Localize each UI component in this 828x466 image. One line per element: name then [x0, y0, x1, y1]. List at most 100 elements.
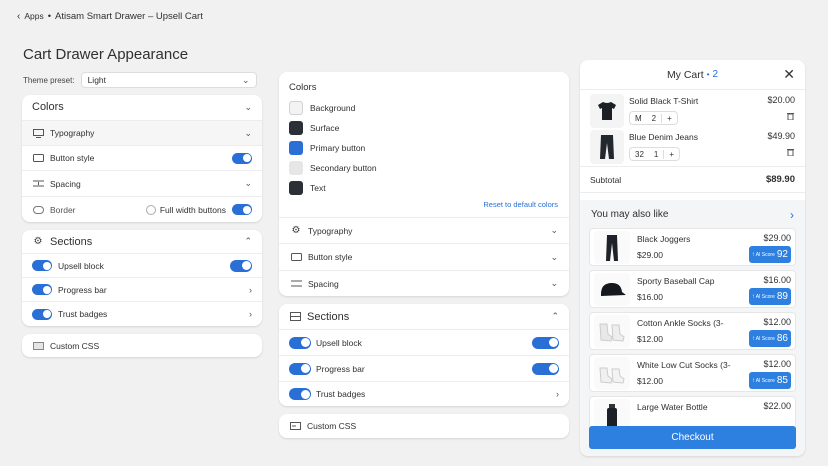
ai-score-badge[interactable]: ↑ AI Score 89	[748, 288, 791, 305]
color-item[interactable]: Secondary button	[289, 161, 377, 175]
upsell-enabled-toggle[interactable]	[230, 259, 252, 272]
full-width-label: Full width buttons	[159, 204, 226, 215]
color-swatch[interactable]	[289, 141, 303, 155]
ai-score-label: AI Score	[755, 335, 775, 342]
button-style-row: Button style	[22, 145, 262, 170]
plus-button[interactable]: +	[663, 149, 679, 159]
middle-colors-card: Colors Background Surface Primary button Se…	[279, 72, 569, 296]
full-width-radio[interactable]	[145, 204, 156, 215]
upsell-item-name: White Low Cut Socks (3-	[637, 360, 731, 370]
sections-header[interactable]: ⚙ Sections ⌃	[22, 230, 262, 253]
checkout-button[interactable]: Checkout	[589, 426, 796, 449]
typography-row[interactable]: Typography ⌄	[22, 120, 262, 145]
trust-toggle[interactable]	[32, 308, 52, 320]
progress-label: Progress bar	[58, 284, 107, 295]
mid-trust-row[interactable]: Trust badges ›	[279, 381, 569, 406]
color-label: Surface	[310, 123, 340, 133]
upsell-item[interactable]: White Low Cut Socks (3- $12.00 $12.00 ↑ AI S…	[589, 354, 796, 392]
mid-typography-row[interactable]: ⚙ Typography ⌄	[279, 217, 569, 243]
mid-trust-toggle[interactable]	[289, 388, 311, 400]
gear-icon: ⚙	[33, 236, 43, 247]
mid-upsell-label: Upsell block	[316, 337, 362, 348]
upsell-item-name: Cotton Ankle Socks (3-	[637, 318, 724, 328]
color-item[interactable]: Primary button	[289, 141, 365, 155]
colors-section-header[interactable]: Colors ⌄	[22, 95, 262, 119]
color-swatch[interactable]	[289, 101, 303, 115]
theme-preset-label: Theme preset:	[23, 75, 75, 85]
spacing-icon	[32, 178, 44, 190]
color-label: Background	[310, 103, 356, 113]
size-value[interactable]: M	[630, 114, 647, 123]
chevron-right-icon: ›	[249, 309, 252, 319]
sparkle-icon: ↑	[751, 293, 755, 300]
mid-progress-enabled-toggle[interactable]	[532, 362, 559, 375]
quantity-stepper[interactable]: M 2 +	[629, 111, 678, 125]
top-bar: ‹ Apps • Atisam Smart Drawer – Upsell Ca…	[17, 9, 203, 23]
ai-score-label: AI Score	[755, 377, 775, 384]
trash-icon[interactable]	[787, 148, 794, 158]
upsell-image	[594, 273, 630, 306]
colors-title: Colors	[289, 82, 317, 93]
spacing-row[interactable]: Spacing ⌄	[22, 170, 262, 196]
upsell-item-subprice: $16.00	[637, 292, 663, 302]
mid-progress-label: Progress bar	[316, 363, 365, 374]
color-item[interactable]: Background	[289, 101, 355, 115]
chevron-right-icon[interactable]: ›	[790, 208, 794, 222]
trust-row[interactable]: Trust badges ›	[22, 301, 262, 326]
mid-progress-toggle[interactable]	[289, 362, 311, 375]
middle-custom-css-card[interactable]: Custom CSS	[279, 414, 569, 438]
mid-upsell-enabled-toggle[interactable]	[532, 336, 559, 349]
mid-sections-header[interactable]: Sections ⌃	[279, 304, 569, 329]
upsell-item[interactable]: Cotton Ankle Socks (3- $12.00 $12.00 ↑ AI Sc…	[589, 312, 796, 350]
mid-upsell-row: Upsell block	[279, 329, 569, 355]
chevron-down-icon: ⌄	[550, 251, 558, 262]
ai-score-badge[interactable]: ↑ AI Score 92	[748, 246, 791, 263]
progress-toggle[interactable]	[32, 284, 52, 295]
plus-button[interactable]: +	[661, 113, 677, 123]
button-style-icon	[290, 251, 302, 263]
trash-icon[interactable]	[787, 112, 794, 122]
chevron-down-icon: ⌄	[244, 127, 252, 138]
cart-item-price: $49.90	[767, 131, 795, 141]
upsell-item-subprice: $29.00	[637, 250, 663, 260]
theme-preset-select[interactable]: Light ⌄	[80, 72, 257, 88]
subtotal-label: Subtotal	[590, 174, 622, 185]
ai-score-badge[interactable]: ↑ AI Score 86	[748, 330, 791, 347]
button-style-toggle[interactable]	[232, 152, 252, 164]
sparkle-icon: ↑	[751, 377, 755, 384]
mid-button-style-label: Button style	[308, 252, 353, 262]
mid-upsell-toggle[interactable]	[289, 336, 311, 349]
left-custom-css-card[interactable]: Custom CSS	[22, 334, 262, 357]
close-icon[interactable]: ✕	[783, 66, 795, 83]
cart-items: Solid Black T-Shirt $20.00 M 2 + Blue Denim J…	[580, 89, 805, 164]
back-link[interactable]: Apps	[24, 11, 43, 21]
upsell-row: Upsell block	[22, 253, 262, 277]
quantity-stepper[interactable]: 32 1 +	[629, 147, 681, 161]
ai-score-value: 89	[776, 291, 788, 302]
code-icon	[289, 420, 301, 432]
border-label: Border	[50, 204, 76, 215]
back-chevron-icon[interactable]: ‹	[17, 11, 20, 22]
color-swatch[interactable]	[289, 161, 303, 175]
mid-button-style-row[interactable]: Button style ⌄	[279, 243, 569, 270]
color-swatch[interactable]	[289, 181, 303, 195]
upsell-label: Upsell block	[58, 260, 104, 271]
color-item[interactable]: Surface	[289, 121, 339, 135]
typography-label: Typography	[50, 128, 95, 138]
size-value[interactable]: 32	[630, 150, 649, 159]
upsell-toggle[interactable]	[32, 260, 52, 271]
chevron-down-icon: ⌄	[550, 278, 558, 288]
full-width-toggle[interactable]	[232, 204, 252, 215]
color-swatch[interactable]	[289, 121, 303, 135]
ai-score-badge[interactable]: ↑ AI Score 85	[748, 372, 791, 389]
typography-icon	[32, 127, 44, 139]
mid-spacing-row[interactable]: Spacing ⌄	[279, 270, 569, 296]
subtotal-value: $89.90	[765, 174, 795, 185]
chevron-right-icon: ›	[249, 284, 252, 295]
upsell-item[interactable]: Sporty Baseball Cap $16.00 $16.00 ↑ AI Score…	[589, 270, 796, 308]
app-title: Atisam Smart Drawer – Upsell Cart	[55, 10, 203, 22]
progress-row[interactable]: Progress bar ›	[22, 277, 262, 301]
color-item[interactable]: Text	[289, 181, 326, 195]
upsell-item[interactable]: Black Joggers $29.00 $29.00 ↑ AI Score 92	[589, 228, 796, 266]
reset-colors-link[interactable]: Reset to default colors	[483, 200, 558, 209]
